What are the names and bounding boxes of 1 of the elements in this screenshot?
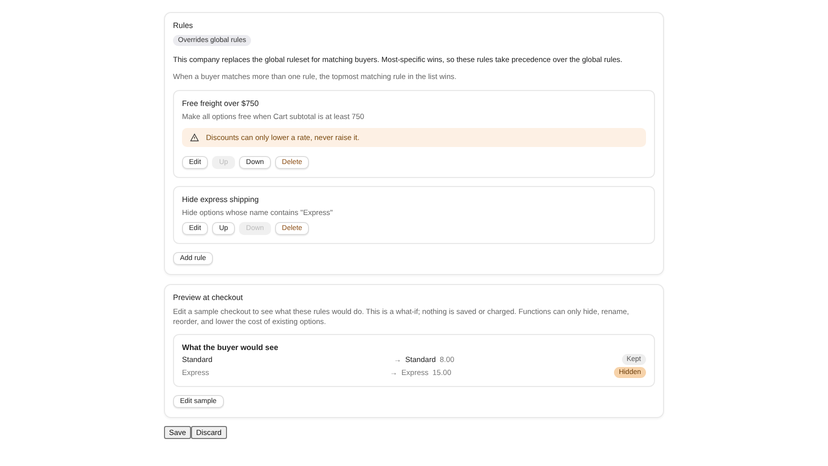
warning-icon — [190, 132, 199, 142]
